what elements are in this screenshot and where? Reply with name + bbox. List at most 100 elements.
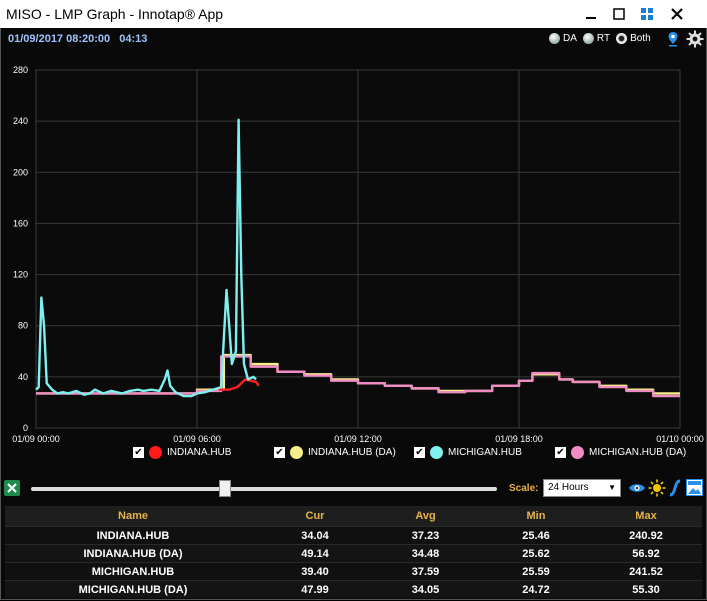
legend-swatch xyxy=(571,446,584,459)
info-bar: 01/09/2017 08:20:00 04:13 xyxy=(8,33,153,45)
title-bar: MISO - LMP Graph - Innotap® App xyxy=(0,0,707,28)
cell-avg: 34.48 xyxy=(411,547,440,560)
legend-label: INDIANA.HUB xyxy=(167,447,232,458)
chart-toolbar: Scale: 24 Hours ▼ xyxy=(0,477,707,501)
cell-min: 24.72 xyxy=(522,583,550,596)
x-tick-label: 01/10 00:00 xyxy=(656,434,704,444)
table-row[interactable]: INDIANA.HUB (DA) 49.14 34.48 25.62 56.92 xyxy=(5,544,702,562)
x-tick-label: 01/09 18:00 xyxy=(495,434,543,444)
cell-min: 25.62 xyxy=(522,547,550,560)
cell-max: 241.52 xyxy=(629,565,663,578)
legend-label: MICHIGAN.HUB xyxy=(448,447,522,458)
legend-label: MICHIGAN.HUB (DA) xyxy=(589,447,687,458)
lmp-line-chart: 0 40 80 120 160 200 240 280 01/09 00:00 01/09 06… xyxy=(12,65,704,444)
legend-checkbox[interactable]: ✔ xyxy=(133,447,144,458)
y-tick-label: 240 xyxy=(13,116,28,126)
radio-da-label: DA xyxy=(563,33,577,44)
x-tick-label: 01/09 06:00 xyxy=(173,434,221,444)
y-tick-label: 80 xyxy=(18,321,28,331)
cell-name: MICHIGAN.HUB (DA) xyxy=(78,583,188,596)
radio-rt-dot[interactable] xyxy=(582,33,594,44)
radio-both-label: Both xyxy=(630,33,651,44)
close-button[interactable] xyxy=(663,0,691,28)
sun-icon[interactable] xyxy=(648,479,666,497)
radio-rt[interactable]: RT xyxy=(582,33,611,44)
y-tick-label: 280 xyxy=(13,65,28,75)
header-min: Min xyxy=(526,510,546,522)
legend-checkbox[interactable]: ✔ xyxy=(555,447,566,458)
settings-gear-icon[interactable] xyxy=(686,30,704,48)
legend-item-indiana-hub[interactable]: ✔ INDIANA.HUB xyxy=(133,446,231,459)
cell-avg: 37.59 xyxy=(411,565,440,578)
y-tick-label: 120 xyxy=(13,270,28,280)
legend-swatch xyxy=(290,446,303,459)
excel-export-icon[interactable] xyxy=(4,480,20,496)
legend-label: INDIANA.HUB (DA) xyxy=(308,447,396,458)
radio-rt-label: RT xyxy=(596,33,611,44)
radio-both-dot[interactable] xyxy=(616,33,628,44)
smooth-curve-icon[interactable] xyxy=(668,479,682,497)
legend-item-indiana-hub-da[interactable]: ✔ INDIANA.HUB (DA) xyxy=(274,446,396,459)
image-export-icon[interactable] xyxy=(686,479,703,496)
cell-name: MICHIGAN.HUB xyxy=(91,565,175,578)
header-avg: Avg xyxy=(415,510,436,522)
cell-avg: 37.23 xyxy=(411,529,440,542)
radio-da[interactable]: DA xyxy=(549,33,577,44)
cell-cur: 39.40 xyxy=(301,565,329,578)
chart-legend: ✔ INDIANA.HUB ✔ INDIANA.HUB (DA) ✔ MICHI… xyxy=(0,446,707,464)
minimize-icon xyxy=(586,17,596,19)
minimize-button[interactable] xyxy=(577,0,605,28)
stats-table: Name Cur Avg Min Max INDIANA.HUB 34.04 3… xyxy=(5,506,702,598)
header-max: Max xyxy=(635,510,657,522)
y-tick-label: 160 xyxy=(13,218,28,228)
legend-swatch xyxy=(430,446,443,459)
legend-swatch xyxy=(149,446,162,459)
radio-both[interactable]: Both xyxy=(616,33,651,44)
time-slider-track[interactable] xyxy=(31,487,497,491)
maximize-icon xyxy=(613,8,625,20)
cell-cur: 34.04 xyxy=(301,529,329,542)
location-pin-icon[interactable] xyxy=(667,31,679,47)
scale-select-value: 24 Hours xyxy=(548,482,589,493)
cell-avg: 34.05 xyxy=(411,583,440,596)
mode-radio-group: DA RT Both xyxy=(549,33,657,44)
x-tick-label: 01/09 12:00 xyxy=(334,434,382,444)
timestamp: 01/09/2017 08:20:00 xyxy=(8,33,111,45)
time-slider-thumb[interactable] xyxy=(219,480,231,497)
tile-button[interactable] xyxy=(633,0,661,28)
maximize-button[interactable] xyxy=(605,0,633,28)
scale-label: Scale: xyxy=(509,483,539,494)
legend-checkbox[interactable]: ✔ xyxy=(274,447,285,458)
legend-item-michigan-hub-da[interactable]: ✔ MICHIGAN.HUB (DA) xyxy=(555,446,686,459)
scale-select[interactable]: 24 Hours ▼ xyxy=(543,479,621,497)
y-tick-label: 40 xyxy=(18,372,28,382)
legend-item-michigan-hub[interactable]: ✔ MICHIGAN.HUB xyxy=(414,446,522,459)
chart-grid xyxy=(35,69,681,429)
table-row[interactable]: MICHIGAN.HUB (DA) 47.99 34.05 24.72 55.3… xyxy=(5,580,702,598)
table-row[interactable]: MICHIGAN.HUB 39.40 37.59 25.59 241.52 xyxy=(5,562,702,580)
y-tick-label: 0 xyxy=(23,423,28,433)
grid-icon xyxy=(641,8,653,20)
cell-cur: 49.14 xyxy=(301,547,329,560)
cell-max: 55.30 xyxy=(632,583,660,596)
x-tick-label: 01/09 00:00 xyxy=(12,434,60,444)
window-title: MISO - LMP Graph - Innotap® App xyxy=(6,6,224,22)
cell-min: 25.59 xyxy=(522,565,550,578)
cell-min: 25.46 xyxy=(522,529,550,542)
legend-checkbox[interactable]: ✔ xyxy=(414,447,425,458)
table-row[interactable]: INDIANA.HUB 34.04 37.23 25.46 240.92 xyxy=(5,526,702,544)
close-icon xyxy=(671,8,683,20)
header-name: Name xyxy=(118,510,148,522)
radio-da-dot[interactable] xyxy=(549,33,560,44)
table-body: INDIANA.HUB 34.04 37.23 25.46 240.92 IND… xyxy=(5,526,702,598)
cell-cur: 47.99 xyxy=(301,583,329,596)
y-axis-ticks: 0 40 80 120 160 200 240 280 xyxy=(13,65,28,433)
y-tick-label: 200 xyxy=(13,167,28,177)
countdown: 04:13 xyxy=(119,33,148,45)
cell-name: INDIANA.HUB xyxy=(96,529,170,542)
chevron-down-icon: ▼ xyxy=(608,483,616,492)
table-header: Name Cur Avg Min Max xyxy=(5,506,702,526)
cell-max: 56.92 xyxy=(632,547,660,560)
eye-icon[interactable] xyxy=(628,481,646,495)
x-axis-ticks: 01/09 00:00 01/09 06:00 01/09 12:00 01/09 1… xyxy=(12,434,704,444)
